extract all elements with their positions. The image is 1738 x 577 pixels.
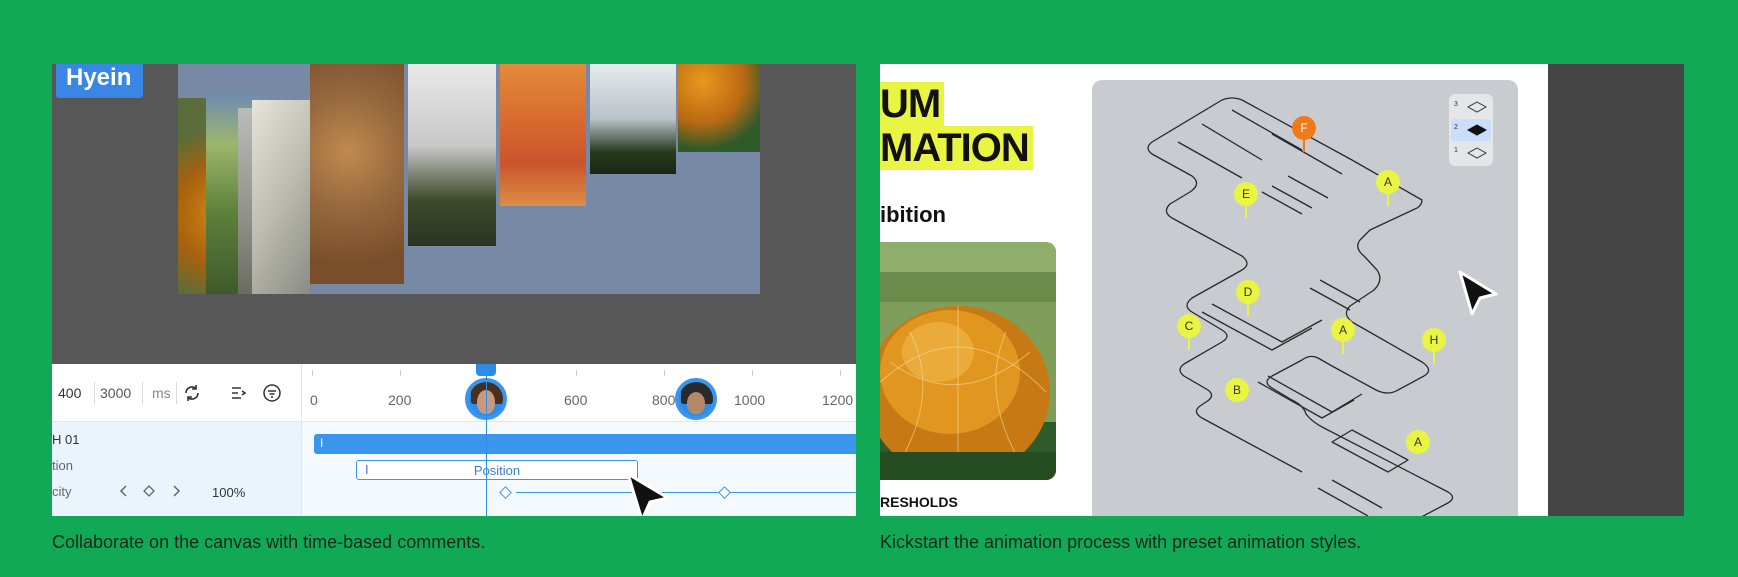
pin-stem — [1387, 192, 1389, 206]
ruler-label: 800 — [652, 392, 676, 408]
map-pin-a[interactable]: A — [1331, 318, 1355, 342]
position-bar-label: Position — [473, 463, 521, 478]
left-caption: Collaborate on the canvas with time-base… — [52, 532, 486, 552]
ruler-tick — [576, 370, 577, 376]
animation-timeline: 400 3000 ms 0 200 600 800 1000 1200 H 01… — [52, 364, 856, 516]
filter-icon[interactable] — [262, 383, 282, 403]
keyframe-diamond[interactable] — [499, 486, 512, 499]
ruler-label: 1000 — [734, 392, 766, 408]
dome-image — [880, 242, 1056, 480]
ruler-tick — [400, 370, 401, 376]
floor-map-card[interactable]: 3 2 1 F E A D C A H B A — [1092, 80, 1518, 516]
mouse-cursor-icon — [626, 472, 670, 516]
floor-option-2[interactable]: 2 — [1451, 119, 1491, 141]
track-area[interactable]: I I Position — [302, 422, 856, 516]
collaborator-name-tag: Hyein — [56, 64, 144, 98]
diamond-icon[interactable] — [142, 484, 156, 498]
keyframe-diamond[interactable] — [718, 486, 731, 499]
zoom-level[interactable]: 100% — [212, 485, 245, 500]
pin-stem — [1247, 302, 1249, 316]
divider — [142, 382, 143, 404]
right-caption: Kickstart the animation process with pre… — [880, 532, 1362, 552]
image-card-sunset[interactable] — [500, 64, 586, 206]
ruler-label: 600 — [564, 392, 588, 408]
pin-stem — [1433, 350, 1435, 364]
layer-icon — [1467, 101, 1487, 113]
unit-label: ms — [152, 385, 171, 401]
comment-avatar[interactable] — [675, 378, 717, 420]
map-pin-h[interactable]: H — [1422, 328, 1446, 352]
floor-selector[interactable]: 3 2 1 — [1449, 94, 1493, 166]
ruler-label: 200 — [388, 392, 412, 408]
loop-icon[interactable] — [183, 384, 201, 402]
playhead-handle[interactable] — [476, 364, 496, 376]
image-card-sneaker[interactable] — [408, 64, 496, 246]
map-pin-a[interactable]: A — [1406, 430, 1430, 454]
floor-number: 1 — [1454, 147, 1458, 154]
image-card-bubble[interactable] — [590, 64, 676, 174]
preset-panel: UM MATION ibition RESHOLDS 3 2 1 F E A D… — [880, 64, 1684, 516]
map-pin-b[interactable]: B — [1225, 378, 1249, 402]
layer-icon — [1467, 147, 1487, 159]
ruler-tick — [840, 370, 841, 376]
image-card-desert[interactable] — [310, 64, 404, 284]
floor-option-1[interactable]: 1 — [1451, 142, 1491, 164]
map-pin-a[interactable]: A — [1376, 170, 1400, 194]
duration-field[interactable]: 3000 — [100, 385, 131, 401]
pin-stem — [1188, 336, 1190, 350]
opacity-track-line — [516, 492, 856, 493]
image-card-dome-top[interactable] — [678, 64, 760, 152]
subtitle: ibition — [880, 202, 946, 227]
time-ruler[interactable]: 0 200 600 800 1000 1200 — [302, 364, 856, 422]
ruler-tick — [664, 370, 665, 376]
bar-marker: I — [320, 436, 324, 450]
map-pin-e[interactable]: E — [1234, 182, 1258, 206]
canvas-stage[interactable] — [178, 64, 760, 294]
floor-option-3[interactable]: 3 — [1451, 96, 1491, 118]
section-label: RESHOLDS — [880, 494, 958, 510]
dome-image-card[interactable] — [880, 242, 1056, 480]
list-indent-icon[interactable] — [230, 384, 248, 402]
start-time-field[interactable]: 400 — [58, 385, 81, 401]
map-pin-c[interactable]: C — [1177, 314, 1201, 338]
ruler-tick — [752, 370, 753, 376]
chevron-right-icon[interactable] — [170, 484, 182, 498]
side-strip — [1548, 64, 1684, 516]
timeline-controls: 400 3000 ms — [52, 364, 302, 422]
group-track-bar[interactable]: I — [314, 434, 856, 454]
divider — [176, 382, 177, 404]
headline-line-1: UM — [880, 82, 945, 126]
chevron-left-icon[interactable] — [118, 484, 130, 498]
map-pin-f[interactable]: F — [1292, 116, 1316, 140]
pin-stem — [1342, 340, 1344, 354]
image-card-fabric[interactable] — [252, 100, 310, 294]
ruler-label: 0 — [310, 392, 318, 408]
pin-stem — [1303, 138, 1305, 152]
position-track-bar[interactable]: I Position — [356, 460, 638, 480]
layer-filled-icon — [1467, 124, 1487, 136]
headline-line-2: MATION — [880, 126, 1033, 170]
ruler-label: 1200 — [822, 392, 854, 408]
track-labels: H 01 tion city 100% — [52, 422, 302, 516]
canvas-panel: Hyein 400 3000 ms 0 200 600 800 1000 120… — [52, 64, 856, 516]
divider — [94, 382, 95, 404]
track-group-label[interactable]: H 01 — [52, 432, 79, 447]
track-position-label[interactable]: tion — [52, 458, 73, 473]
mouse-cursor-icon — [1458, 270, 1498, 316]
floor-number: 3 — [1454, 101, 1458, 108]
track-opacity-label[interactable]: city — [52, 484, 72, 499]
map-pin-d[interactable]: D — [1236, 280, 1260, 304]
ruler-tick — [312, 370, 313, 376]
pin-stem — [1245, 204, 1247, 218]
playhead-line — [486, 364, 487, 516]
floor-number: 2 — [1454, 124, 1458, 131]
